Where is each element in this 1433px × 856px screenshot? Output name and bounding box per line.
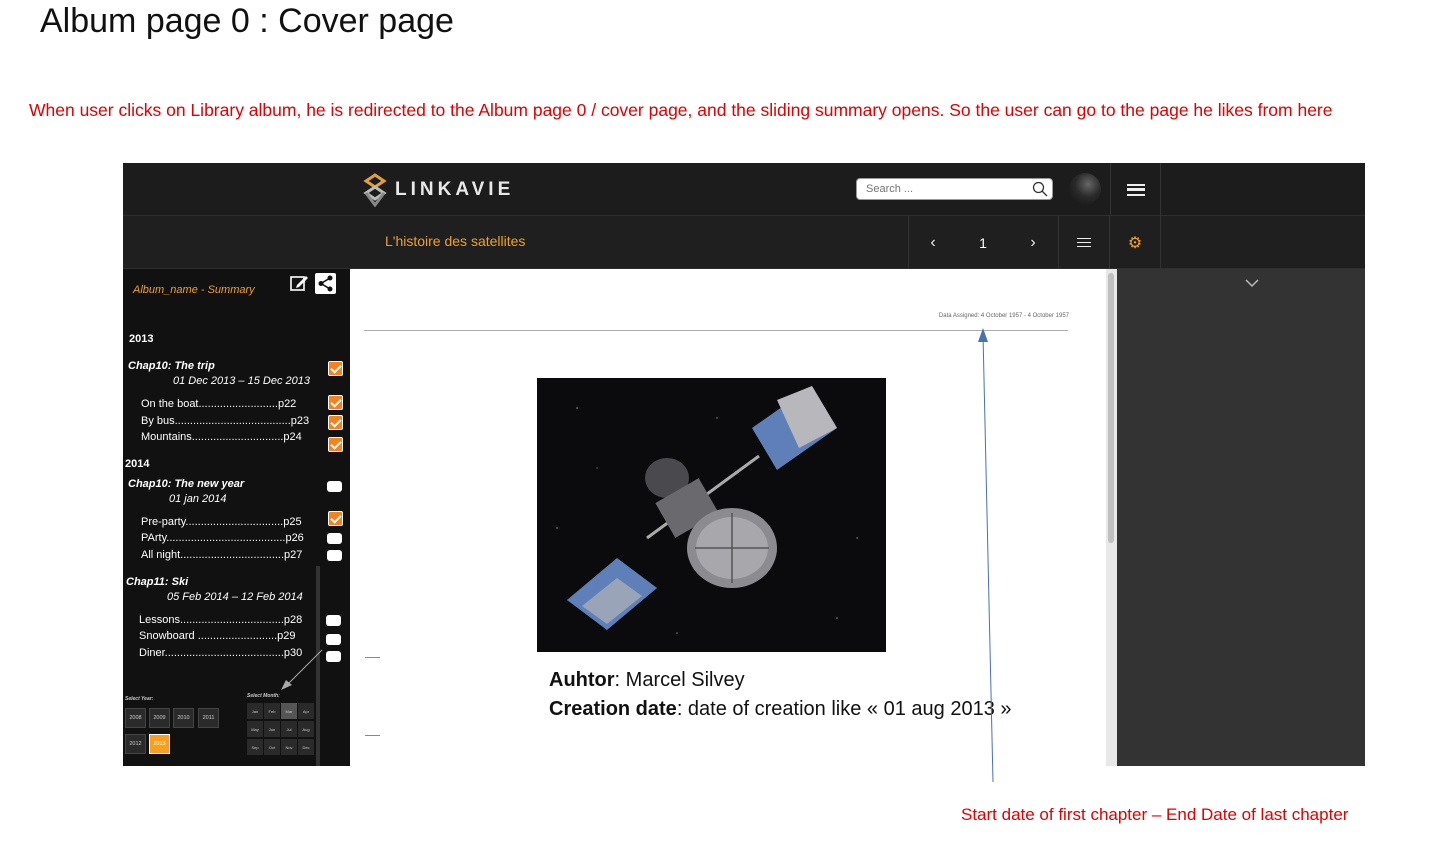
summary-sidebar: Album_name - Summary 2013 Chap10: The tr… [123,269,350,766]
page-link[interactable]: By bus..................................… [141,415,309,427]
logo-icon [363,173,387,207]
chapter-title[interactable]: Chap11: Ski [126,576,188,588]
month-button[interactable]: Aug [298,721,314,737]
date-range-annotation: Start date of first chapter – End Date o… [961,805,1349,824]
month-button-selected[interactable]: Mar [281,703,297,719]
main-menu-button[interactable] [1111,163,1160,216]
year-heading: 2013 [129,333,154,345]
month-button[interactable]: May [247,721,263,737]
cover-image [537,378,886,652]
page-link[interactable]: Lessons.................................… [139,614,302,626]
month-button[interactable]: Apr [298,703,314,719]
chevron-down-icon[interactable] [1244,275,1260,291]
select-year-label: Select Year: [125,696,154,702]
page-checkbox[interactable] [327,533,342,544]
doc-page: Album page 0 : Cover page When user clic… [0,0,1433,856]
album-date-range: Data Assigned: 4 October 1957 - 4 Octobe… [938,313,1069,319]
year-button[interactable]: 2011 [198,708,219,728]
year-button-selected[interactable]: 2013 [149,734,170,754]
author-line: Auhtor: Marcel Silvey [549,669,745,692]
margin-mark [365,735,380,736]
year-button[interactable]: 2010 [173,708,194,728]
chapter-title[interactable]: Chap10: The new year [128,478,244,490]
month-button[interactable]: Oct [264,739,280,755]
chapter-dates: 01 jan 2014 [169,493,227,505]
page-link[interactable]: All night...............................… [141,549,302,561]
page-link[interactable]: Diner...................................… [139,647,302,659]
page-checkbox[interactable] [326,651,341,662]
next-page-button[interactable]: › [1008,216,1058,269]
author-label: Auhtor [549,669,615,691]
doc-title: Album page 0 : Cover page [40,2,454,40]
page-number: 1 [979,234,987,251]
page-scrollbar[interactable] [1106,269,1117,766]
author-value: : Marcel Silvey [614,669,745,691]
year-button[interactable]: 2008 [125,708,146,728]
page-checkbox[interactable] [328,437,343,452]
page-link[interactable]: Mountains..............................p… [141,431,302,443]
gear-icon: ⚙ [1127,234,1143,252]
year-button[interactable]: 2012 [125,734,146,754]
doc-annotation: When user clicks on Library album, he is… [29,100,1333,120]
month-button[interactable]: Jan [247,703,263,719]
creation-date-value: : date of creation like « 01 aug 2013 » [676,698,1012,720]
album-cover-page: Data Assigned: 4 October 1957 - 4 Octobe… [350,269,1117,766]
page-checkbox[interactable] [328,415,343,430]
satellite-image [537,378,886,652]
settings-button[interactable]: ⚙ [1110,216,1160,269]
logo-text: LINKAVIE [395,179,515,200]
search-box [856,178,1053,200]
chapter-title[interactable]: Chap10: The trip [128,360,215,372]
divider [1160,216,1161,269]
month-button[interactable]: Jul [281,721,297,737]
creation-date-line: Creation date: date of creation like « 0… [549,698,1012,721]
page-link[interactable]: Pre-party...............................… [141,516,302,528]
page-link[interactable]: Snowboard ..........................p29 [139,630,296,642]
summary-toggle-button[interactable] [1059,216,1109,269]
album-toolbar: L'histoire des satellites ‹ 1 › ⚙ [123,216,1365,269]
edit-icon[interactable] [289,273,309,293]
chapter-dates: 01 Dec 2013 – 15 Dec 2013 [173,375,310,387]
page-link[interactable]: On the boat..........................p22 [141,398,296,410]
app-window: LINKAVIE L'histoire des satellites ‹ 1 [123,163,1365,766]
margin-mark [365,657,380,658]
page-checkbox[interactable] [326,615,341,626]
top-bar: LINKAVIE [123,163,1365,269]
hamburger-icon [1126,183,1145,196]
month-button[interactable]: Dec [298,739,314,755]
page-scrollbar-thumb[interactable] [1108,273,1114,543]
page-checkbox[interactable] [328,395,343,410]
creation-date-label: Creation date [549,698,677,720]
list-icon [1077,237,1091,248]
month-button[interactable]: Sep [247,739,263,755]
chapter-dates: 05 Feb 2014 – 12 Feb 2014 [167,591,303,603]
page-checkbox[interactable] [328,511,343,526]
album-title: L'histoire des satellites [385,233,526,249]
search-input[interactable] [866,179,1036,199]
month-button[interactable]: Jun [264,721,280,737]
page-link[interactable]: PArty...................................… [141,532,304,544]
share-icon[interactable] [315,273,336,294]
right-panel [1117,269,1365,766]
month-button[interactable]: Feb [264,703,280,719]
sidebar-scrollbar[interactable] [316,566,320,766]
user-avatar[interactable] [1069,173,1101,205]
logo[interactable]: LINKAVIE [363,173,514,207]
month-button[interactable]: Nov [281,739,297,755]
chapter-checkbox[interactable] [328,361,343,376]
year-button[interactable]: 2009 [149,708,170,728]
chapter-checkbox[interactable] [327,481,342,492]
header-rule [364,330,1068,331]
page-checkbox[interactable] [327,550,342,561]
summary-title: Album_name - Summary [133,284,255,296]
year-heading: 2014 [125,458,150,470]
prev-page-button[interactable]: ‹ [908,216,958,269]
search-icon[interactable] [1032,181,1048,197]
page-checkbox[interactable] [326,634,341,645]
select-month-label: Select Month: [247,693,280,699]
